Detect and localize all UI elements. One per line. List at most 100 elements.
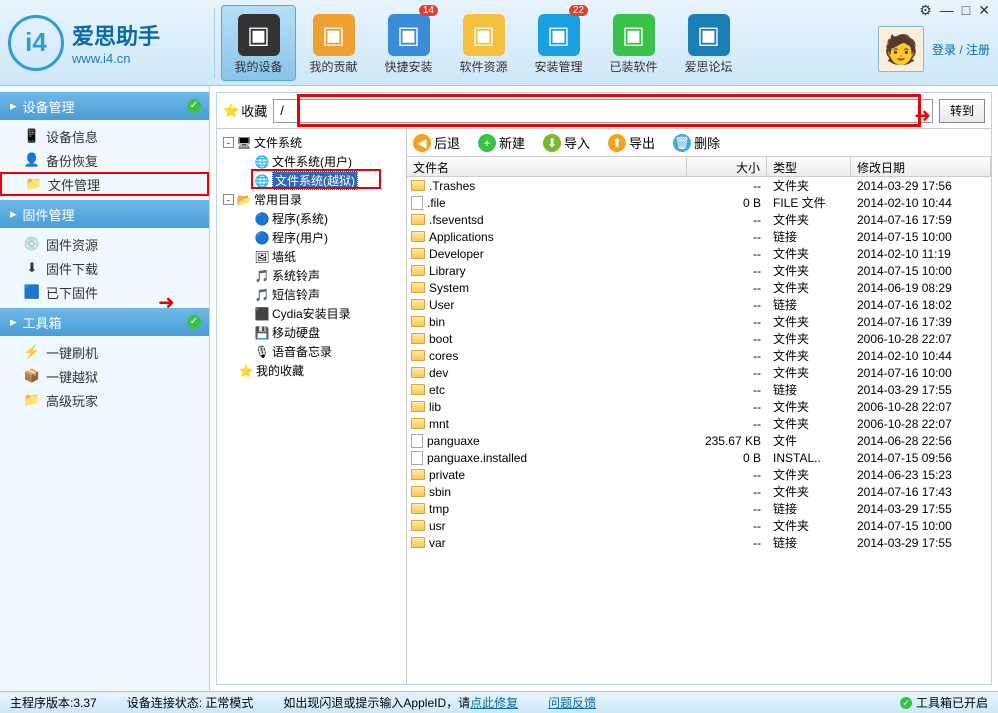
file-row[interactable]: usr--文件夹2014-07-15 10:00	[407, 517, 991, 534]
toolbar-icon: ▣	[388, 14, 430, 56]
file-list: .Trashes--文件夹2014-03-29 17:56.file0 BFIL…	[407, 177, 991, 684]
folder-icon	[411, 333, 425, 344]
tree-node[interactable]: -📂常用目录	[221, 190, 402, 209]
divider	[214, 8, 215, 78]
file-row[interactable]: private--文件夹2014-06-23 15:23	[407, 466, 991, 483]
plus-icon: +	[478, 134, 496, 152]
file-row[interactable]: tmp--链接2014-03-29 17:55	[407, 500, 991, 517]
column-name[interactable]: 文件名	[407, 157, 687, 176]
toolbar-item[interactable]: ▣安装管理22	[521, 5, 596, 81]
feedback-link[interactable]: 问题反馈	[548, 694, 596, 711]
tree-toggle-icon[interactable]: -	[223, 194, 234, 205]
toolbar-icon: ▣	[613, 14, 655, 56]
import-button[interactable]: ⬇导入	[543, 133, 590, 152]
trash-icon: 🗑	[673, 134, 691, 152]
tree-node[interactable]: 🎙语音备忘录	[221, 342, 402, 361]
file-row[interactable]: User--链接2014-07-16 18:02	[407, 296, 991, 313]
file-row[interactable]: Library--文件夹2014-07-15 10:00	[407, 262, 991, 279]
folder-icon	[411, 299, 425, 310]
file-row[interactable]: mnt--文件夹2006-10-28 22:07	[407, 415, 991, 432]
section-icon: ▸	[10, 206, 17, 222]
file-row[interactable]: panguaxe235.67 KB文件2014-06-28 22:56	[407, 432, 991, 449]
toolbox-status: ✓工具箱已开启	[900, 694, 988, 711]
fix-link[interactable]: 点此修复	[470, 696, 518, 710]
column-date[interactable]: 修改日期	[851, 157, 991, 176]
sidebar-item[interactable]: 📁文件管理	[0, 172, 209, 196]
tree-node[interactable]: ⭐我的收藏	[221, 361, 402, 380]
file-pane: ◀后退 +新建 ⬇导入 ⬆导出 🗑删除 文件名 大小 类型 修改日期 .Tras…	[407, 129, 991, 684]
file-row[interactable]: .file0 BFILE 文件2014-02-10 10:44	[407, 194, 991, 211]
toolbar-icon: ▣	[238, 14, 280, 56]
folder-icon	[411, 265, 425, 276]
toolbar-item[interactable]: ▣软件资源	[446, 5, 521, 81]
sidebar-item[interactable]: 👤备份恢复	[0, 148, 209, 172]
file-row[interactable]: lib--文件夹2006-10-28 22:07	[407, 398, 991, 415]
sidebar-item[interactable]: ⚡一键刷机	[0, 340, 209, 364]
new-button[interactable]: +新建	[478, 133, 525, 152]
toolbar-item[interactable]: ▣快捷安装14	[371, 5, 446, 81]
tree-node[interactable]: 🔵程序(系统)	[221, 209, 402, 228]
file-row[interactable]: System--文件夹2014-06-19 08:29	[407, 279, 991, 296]
sidebar-item-icon: 🟦	[24, 284, 40, 300]
tree-node[interactable]: 🌐文件系统(越狱)	[221, 171, 402, 190]
sidebar-section-header[interactable]: ▸固件管理	[0, 200, 209, 228]
tree-node[interactable]: 🖼墙纸	[221, 247, 402, 266]
file-row[interactable]: .fseventsd--文件夹2014-07-16 17:59	[407, 211, 991, 228]
folder-icon	[411, 316, 425, 327]
tree-node[interactable]: -🖥文件系统	[221, 133, 402, 152]
sidebar-item[interactable]: 📱设备信息	[0, 124, 209, 148]
sidebar-item[interactable]: 💿固件资源	[0, 232, 209, 256]
path-input[interactable]	[273, 99, 933, 123]
tree-node[interactable]: 💾移动硬盘	[221, 323, 402, 342]
folder-icon	[411, 537, 425, 548]
connection-text: 设备连接状态: 正常模式	[127, 694, 254, 711]
sidebar-item[interactable]: 📦一键越狱	[0, 364, 209, 388]
sidebar-section-header[interactable]: ▸设备管理✓	[0, 92, 209, 120]
file-row[interactable]: dev--文件夹2014-07-16 10:00	[407, 364, 991, 381]
tree-node[interactable]: ⬛Cydia安装目录	[221, 304, 402, 323]
folder-icon	[411, 384, 425, 395]
sidebar-item[interactable]: ⬇固件下载	[0, 256, 209, 280]
content-area: ⭐ 收藏 ➜ 转到 -🖥文件系统🌐文件系统(用户)🌐文件系统(越狱)-📂常用目录…	[216, 92, 992, 685]
file-list-header: 文件名 大小 类型 修改日期	[407, 157, 991, 177]
toolbar-item[interactable]: ▣我的贡献	[296, 5, 371, 81]
tip-text: 如出现闪退或提示输入AppleID，请点此修复	[283, 694, 518, 711]
file-row[interactable]: var--链接2014-03-29 17:55	[407, 534, 991, 551]
login-link[interactable]: 登录 / 注册	[932, 41, 990, 58]
tree-toggle-icon[interactable]: -	[223, 137, 234, 148]
file-row[interactable]: boot--文件夹2006-10-28 22:07	[407, 330, 991, 347]
delete-button[interactable]: 🗑删除	[673, 133, 720, 152]
toolbar-item[interactable]: ▣已装软件	[596, 5, 671, 81]
back-button[interactable]: ◀后退	[413, 133, 460, 152]
file-row[interactable]: Developer--文件夹2014-02-10 11:19	[407, 245, 991, 262]
sidebar-item[interactable]: 🟦已下固件	[0, 280, 209, 304]
file-row[interactable]: cores--文件夹2014-02-10 10:44	[407, 347, 991, 364]
folder-icon	[411, 503, 425, 514]
favorites-label[interactable]: ⭐ 收藏	[223, 101, 267, 120]
tree-node[interactable]: 🌐文件系统(用户)	[221, 152, 402, 171]
sidebar-section-header[interactable]: ▸工具箱✓	[0, 308, 209, 336]
goto-button[interactable]: 转到	[939, 99, 985, 123]
tree-icon: ⬛	[254, 307, 270, 321]
avatar-icon[interactable]: 🧑	[878, 26, 924, 72]
export-button[interactable]: ⬆导出	[608, 133, 655, 152]
column-type[interactable]: 类型	[767, 157, 851, 176]
file-row[interactable]: bin--文件夹2014-07-16 17:39	[407, 313, 991, 330]
sidebar-item[interactable]: 📁高级玩家	[0, 388, 209, 412]
toolbar-item[interactable]: ▣我的设备	[221, 5, 296, 81]
tree-node[interactable]: 🎵短信铃声	[221, 285, 402, 304]
folder-icon	[411, 367, 425, 378]
toolbar-item[interactable]: ▣爱思论坛	[671, 5, 746, 81]
tree-node[interactable]: 🎵系统铃声	[221, 266, 402, 285]
file-row[interactable]: .Trashes--文件夹2014-03-29 17:56	[407, 177, 991, 194]
tree-icon: 📂	[236, 193, 252, 207]
tree-icon: 🖥	[236, 136, 252, 150]
file-row[interactable]: panguaxe.installed0 BINSTAL..2014-07-15 …	[407, 449, 991, 466]
column-size[interactable]: 大小	[687, 157, 767, 176]
main-toolbar: ▣我的设备▣我的贡献▣快捷安装14▣软件资源▣安装管理22▣已装软件▣爱思论坛	[221, 5, 746, 81]
section-icon: ▸	[10, 314, 17, 330]
file-row[interactable]: Applications--链接2014-07-15 10:00	[407, 228, 991, 245]
file-row[interactable]: sbin--文件夹2014-07-16 17:43	[407, 483, 991, 500]
tree-node[interactable]: 🔵程序(用户)	[221, 228, 402, 247]
file-row[interactable]: etc--链接2014-03-29 17:55	[407, 381, 991, 398]
